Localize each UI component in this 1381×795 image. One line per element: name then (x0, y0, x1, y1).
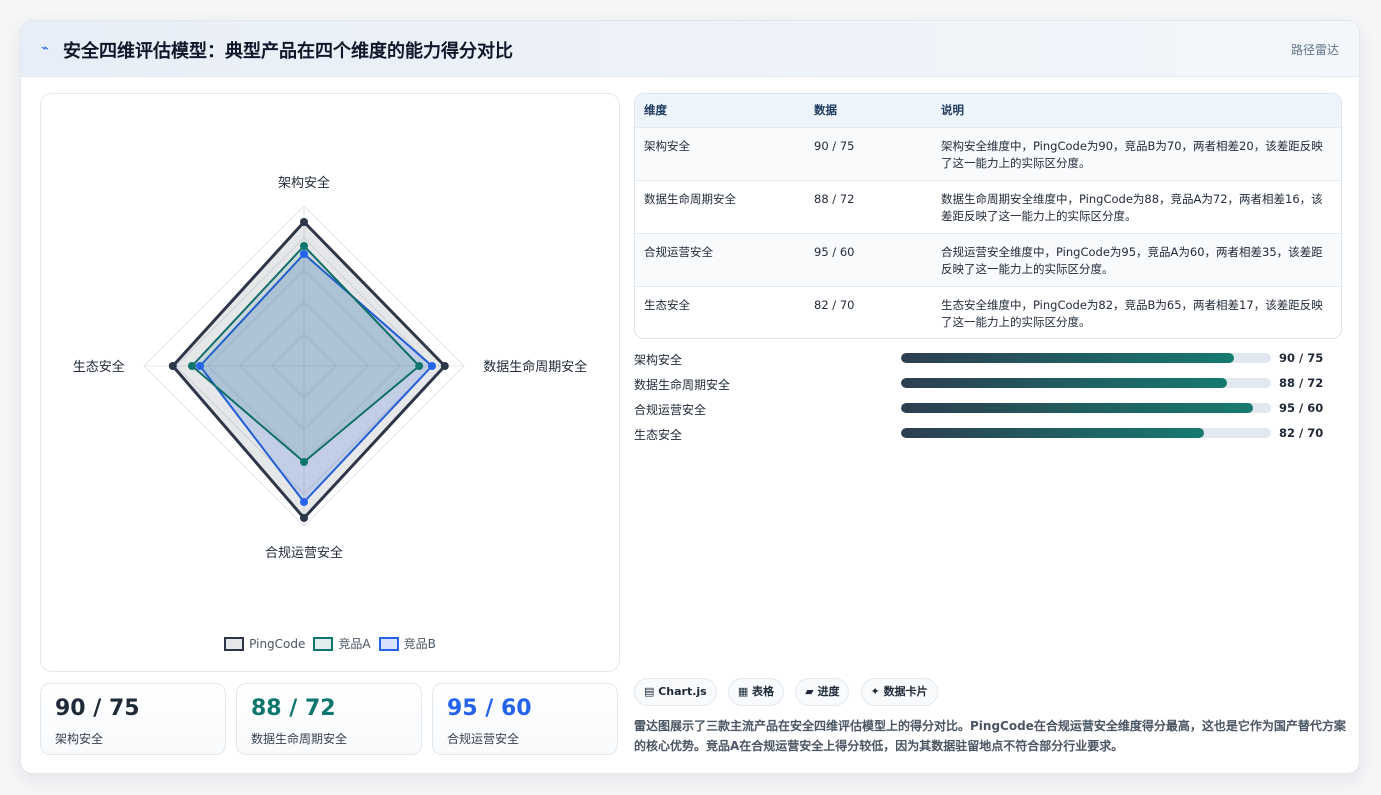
radar-point (168, 362, 177, 370)
chart-description: 雷达图展示了三款主流产品在安全四维评估模型上的得分对比。PingCode在合规运… (634, 719, 1346, 753)
table-cell: 95 / 60 (805, 232, 932, 286)
table-cell: 数据生命周期安全 (635, 179, 805, 233)
chip-data-card[interactable]: ✦ 数据卡片 (860, 678, 938, 706)
radar-point (188, 362, 196, 370)
table-cell: 合规运营安全 (635, 232, 805, 286)
stat-card-0: 90 / 75 架构安全 (40, 683, 226, 755)
progress-value: 90 / 75 (1279, 351, 1324, 365)
progress-track (901, 378, 1271, 388)
table-row: 数据生命周期安全 88 / 72 数据生命周期安全维度中，PingCode为88… (635, 179, 1341, 233)
radar-point (300, 242, 308, 250)
progress-fill (901, 428, 1205, 438)
radar-point (428, 362, 436, 370)
table-cell: 生态安全 (635, 285, 805, 338)
data-table: 维度 数据 说明 架构安全 90 / 75 架构安全维度中，PingCode为9… (634, 93, 1342, 339)
legend-swatch (378, 636, 399, 651)
tech-chips: ▤ Chart.js ▦ 表格 ▰ 进度 ✦ 数据卡片 (634, 678, 944, 706)
progress-track (901, 428, 1271, 438)
radar-axis-label: 数据生命周期安全 (483, 359, 587, 375)
table-cell: 82 / 70 (805, 285, 932, 338)
radar-point (300, 458, 308, 466)
progress-label: 架构安全 (634, 353, 683, 367)
legend-item[interactable]: 竞品A (313, 635, 371, 652)
table-row: 合规运营安全 95 / 60 合规运营安全维度中，PingCode为95，竞品A… (635, 232, 1341, 286)
radar-series-0 (171, 220, 447, 520)
radar-axis-label: 架构安全 (278, 175, 330, 191)
progress-label: 合规运营安全 (634, 403, 707, 417)
chip-progress[interactable]: ▰ 进度 (795, 678, 850, 706)
radar-point (415, 362, 424, 370)
progress-fill (901, 403, 1253, 413)
legend-label: 竞品A (338, 637, 371, 651)
progress-label: 生态安全 (634, 428, 683, 442)
progress-row: 架构安全 90 / 75 (634, 351, 1334, 376)
legend-label: 竞品B (403, 637, 436, 651)
stat-card-2: 95 / 60 合规运营安全 (432, 683, 618, 755)
table-cell: 90 / 75 (805, 126, 932, 180)
progress-label: 数据生命周期安全 (634, 378, 731, 392)
radar-chart-panel: 架构安全数据生命周期安全合规运营安全 生态安全 PingCode 竞品A 竞品B (40, 93, 620, 672)
progress-value: 95 / 60 (1279, 401, 1324, 415)
radar-point (300, 250, 308, 258)
radar-axis-label: 合规运营安全 (265, 545, 343, 561)
table-cell: 合规运营安全维度中，PingCode为95，竞品A为60，两者相差35，该差距反… (932, 232, 1341, 286)
legend-label: PingCode (249, 636, 306, 651)
progress-value: 88 / 72 (1279, 376, 1324, 390)
legend-swatch (224, 636, 245, 651)
stat-value: 88 / 72 (251, 696, 336, 721)
radar-point (300, 514, 308, 522)
chip-chartjs[interactable]: ▤ Chart.js (634, 678, 717, 706)
table-cell: 架构安全维度中，PingCode为90，竞品B为70，两者相差20，该差距反映了… (932, 126, 1341, 180)
progress-fill (901, 353, 1234, 363)
stat-label: 架构安全 (55, 732, 104, 746)
radar-point (440, 362, 449, 370)
progress-row: 生态安全 82 / 70 (634, 426, 1334, 451)
radar-point (300, 218, 308, 226)
progress-value: 82 / 70 (1279, 426, 1324, 440)
view-tag[interactable]: 路径雷达 (1291, 41, 1339, 58)
chip-table[interactable]: ▦ 表格 (727, 678, 785, 706)
progress-row: 数据生命周期安全 88 / 72 (634, 376, 1334, 401)
radar-point (196, 362, 204, 370)
legend-item[interactable]: PingCode (224, 636, 306, 651)
progress-track (901, 353, 1271, 363)
progress-list: 架构安全 90 / 75 数据生命周期安全 88 / 72 合规运营安全 95 … (634, 351, 1334, 451)
stat-label: 合规运营安全 (447, 732, 520, 746)
stat-value: 95 / 60 (447, 696, 532, 721)
radar-point (300, 498, 308, 506)
progress-track (901, 403, 1271, 413)
table-header: 说明 (941, 103, 964, 118)
table-row: 生态安全 82 / 70 生态安全维度中，PingCode为82，竞品B为65，… (635, 285, 1341, 338)
table-cell: 生态安全维度中，PingCode为82，竞品B为65，两者相差17，该差距反映了… (932, 285, 1341, 338)
stat-card-1: 88 / 72 数据生命周期安全 (236, 683, 422, 755)
table-header: 数据 (814, 103, 837, 118)
table-header-row: 维度 数据 说明 (635, 94, 1341, 127)
table-cell: 88 / 72 (805, 179, 932, 233)
stat-value: 90 / 75 (55, 696, 140, 721)
legend-swatch (313, 636, 334, 651)
dashboard-card: ⌁ 安全四维评估模型：典型产品在四个维度的能力得分对比 路径雷达 架构安全 数据生… (20, 20, 1360, 774)
stat-label: 数据生命周期安全 (251, 732, 348, 746)
legend-item[interactable]: 竞品B (378, 635, 436, 652)
table-cell: 架构安全 (635, 126, 805, 180)
page-title: 安全四维评估模型：典型产品在四个维度的能力得分对比 (63, 41, 513, 62)
progress-fill (901, 378, 1227, 388)
table-cell: 数据生命周期安全维度中，PingCode为88，竞品A为72，两者相差16，该差… (932, 179, 1341, 233)
radar-axis-label: 生态安全 (73, 359, 125, 375)
progress-row: 合规运营安全 95 / 60 (634, 401, 1334, 426)
pulse-icon: ⌁ (41, 41, 49, 56)
table-header: 维度 (644, 103, 667, 118)
table-row: 架构安全 90 / 75 架构安全维度中，PingCode为90，竞品B为70，… (635, 126, 1341, 180)
header: ⌁ 安全四维评估模型：典型产品在四个维度的能力得分对比 路径雷达 (21, 21, 1359, 77)
radar-chart: 架构安全数据生命周期安全合规运营安全 生态安全 (73, 175, 587, 561)
chart-legend: PingCode 竞品A 竞品B (41, 635, 619, 654)
